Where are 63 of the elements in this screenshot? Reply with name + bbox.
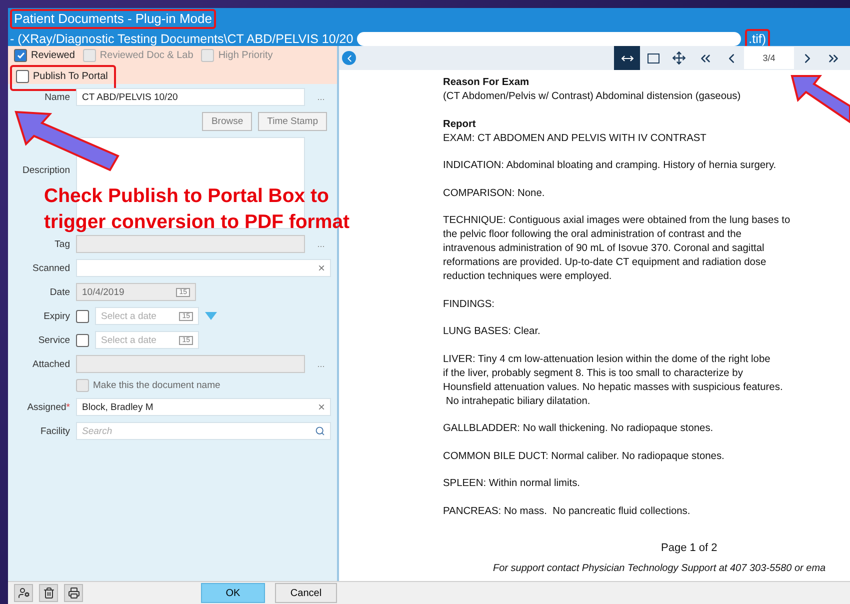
checkbox[interactable] <box>76 310 89 322</box>
printer-icon <box>68 587 80 599</box>
report-paragraph: COMMON BILE DUCT: Normal caliber. No radiopaque stones. <box>443 450 724 464</box>
user-settings-button[interactable] <box>14 584 33 602</box>
clear-button[interactable]: × <box>318 261 325 275</box>
checkbox-label: Reviewed <box>31 50 75 61</box>
report-paragraph: Report EXAM: CT ABDOMEN AND PELVIS WITH IV CONTRAST <box>443 118 706 146</box>
report-paragraph: FINDINGS: <box>443 298 495 312</box>
facility-search-field[interactable]: Search <box>76 422 331 440</box>
checkbox[interactable] <box>76 334 89 346</box>
report-paragraph: TECHNIQUE: Contiguous axial images were obtained from the lung bases to the pelvic floor following the oral administration of contrast and the intravenous administration of 90 mL of Isovue 370. Coronal and sagittal reformations are provided. Up-to-date CT equipment and radiation dose reduction techniques were employed. <box>443 214 790 284</box>
field-label: Scanned <box>31 262 70 274</box>
report-paragraph: GALLBLADDER: No wall thickening. No radiopaque stones. <box>443 422 714 436</box>
checkbox-label: Publish To Portal <box>33 71 108 82</box>
report-paragraph: LIVER: Tiny 4 cm low-attenuation lesion within the dome of the right lobe if the liver, probably segment 8. This is too small to characterize by Hounsfield attenuation values. No hepatic masses with suspicious features. No intrahepatic biliary dilatation. <box>443 352 783 408</box>
field-label: Date <box>48 286 70 298</box>
field-label: Description <box>21 165 70 176</box>
fit-width-button[interactable] <box>614 46 640 70</box>
document-path: - (XRay/Diagnostic Testing Documents\CT ABD/PELVIS 10/20 <box>10 31 354 47</box>
pointer-arrow <box>790 75 850 124</box>
page-field[interactable]: 3/4 <box>744 47 794 69</box>
trash-icon <box>42 587 54 599</box>
field-label: Facility <box>39 426 70 436</box>
report-paragraph: PANCREAS: No mass. No pancreatic fluid collections. <box>443 504 690 518</box>
tag-field[interactable] <box>76 235 305 253</box>
report-paragraph: COMPARISON: None. <box>443 186 545 200</box>
report-paragraph: Reason For Exam (CT Abdomen/Pelvis w/ Contrast) Abdominal distension (gaseous) <box>443 76 741 104</box>
checkbox[interactable] <box>76 379 89 392</box>
field-label: Attached <box>32 358 70 370</box>
move-arrows-icon <box>672 51 686 65</box>
ok-button[interactable]: OK <box>201 583 265 603</box>
attached-field[interactable] <box>76 355 305 373</box>
field-label: Tag <box>54 238 70 250</box>
page-number: Page 1 of 2 <box>661 540 718 554</box>
field-label: Assigned* <box>26 402 70 412</box>
search-icon[interactable] <box>315 426 325 436</box>
report-paragraph: SPLEEN: Within normal limits. <box>443 477 580 491</box>
report-paragraph: INDICATION: Abdominal bloating and cramping. History of hernia surgery. <box>443 159 776 173</box>
name-field[interactable]: CT ABD/PELVIS 10/20 <box>76 88 305 106</box>
field-label: Service <box>37 334 70 346</box>
user-gear-icon <box>18 587 30 599</box>
assigned-field[interactable]: Block, Bradley M × <box>76 398 331 416</box>
check-icon <box>16 52 24 59</box>
form-button[interactable]: Time Stamp <box>258 112 327 131</box>
annotation-text: Check Publish to Portal Box to trigger conversion to PDF format <box>44 184 350 235</box>
form-button[interactable]: Browse <box>202 112 252 131</box>
cancel-button[interactable]: Cancel <box>275 583 337 603</box>
field-label: Expiry <box>42 310 70 322</box>
file-extension: .tif) <box>748 31 766 47</box>
delete-button[interactable] <box>39 584 58 602</box>
print-button[interactable] <box>64 584 83 602</box>
field-label: Name <box>44 92 70 102</box>
window-title: Patient Documents - Plug-in Mode <box>14 11 212 27</box>
checkbox-label: High Priority <box>218 50 273 61</box>
checkbox[interactable] <box>14 49 27 62</box>
report-paragraph: LUNG BASES: Clear. <box>443 325 540 339</box>
scanned-field[interactable]: × <box>76 259 331 277</box>
page-footer: For support contact Physician Technology Support at 407 303-5580 or ema <box>493 562 850 574</box>
checkbox-label: Reviewed Doc & Lab <box>100 50 194 61</box>
checkbox-label: Make this the document name <box>93 380 220 391</box>
checkbox[interactable] <box>16 70 29 83</box>
clear-button[interactable]: × <box>318 400 325 414</box>
page-frame-icon <box>646 52 660 64</box>
